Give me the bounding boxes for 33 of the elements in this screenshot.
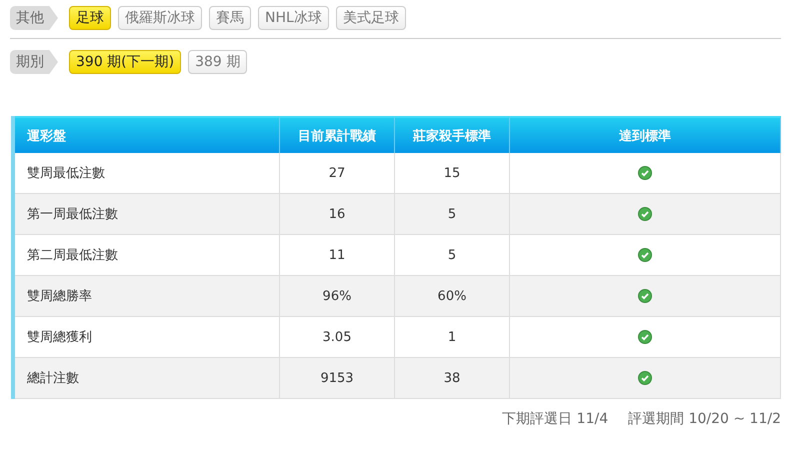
filter-option[interactable]: 390 期(下一期) <box>69 50 182 74</box>
table-cell: 38 <box>395 358 510 399</box>
table-cell: 9153 <box>280 358 395 399</box>
table-cell: 第二周最低注數 <box>15 235 280 276</box>
table-cell: 總計注數 <box>15 358 280 399</box>
table-cell: 雙周總勝率 <box>15 276 280 317</box>
table-cell: 96% <box>280 276 395 317</box>
next-date-text: 下期評選日 11/4 <box>502 410 608 428</box>
filter-option[interactable]: 賽馬 <box>209 6 251 30</box>
period-text: 評選期間 10/20 ~ 11/2 <box>628 410 781 428</box>
filter-option[interactable]: 俄羅斯冰球 <box>118 6 202 30</box>
filter-option[interactable]: NHL冰球 <box>258 6 329 30</box>
filter-label: 期別 <box>10 50 58 74</box>
table-cell: 雙周最低注數 <box>15 153 280 194</box>
table-cell: 第一周最低注數 <box>15 194 280 235</box>
table-cell: 60% <box>395 276 510 317</box>
table-cell: 15 <box>395 153 510 194</box>
table-cell: 雙周總獲利 <box>15 317 280 358</box>
table-cell: 16 <box>280 194 395 235</box>
table-cell: 1 <box>395 317 510 358</box>
filter-option[interactable]: 美式足球 <box>336 6 406 30</box>
column-header: 目前累計戰績 <box>280 116 395 153</box>
table-cell: 3.05 <box>280 317 395 358</box>
filter-option[interactable]: 389 期 <box>188 50 248 74</box>
table-cell: 5 <box>395 235 510 276</box>
table-cell: 11 <box>280 235 395 276</box>
table-cell: 27 <box>280 153 395 194</box>
column-header: 達到標準 <box>510 116 781 153</box>
filter-option[interactable]: 足球 <box>69 6 111 30</box>
filter-label: 其他 <box>10 6 58 30</box>
table-cell: 5 <box>395 194 510 235</box>
column-header: 莊家殺手標準 <box>395 116 510 153</box>
column-header: 運彩盤 <box>15 116 280 153</box>
